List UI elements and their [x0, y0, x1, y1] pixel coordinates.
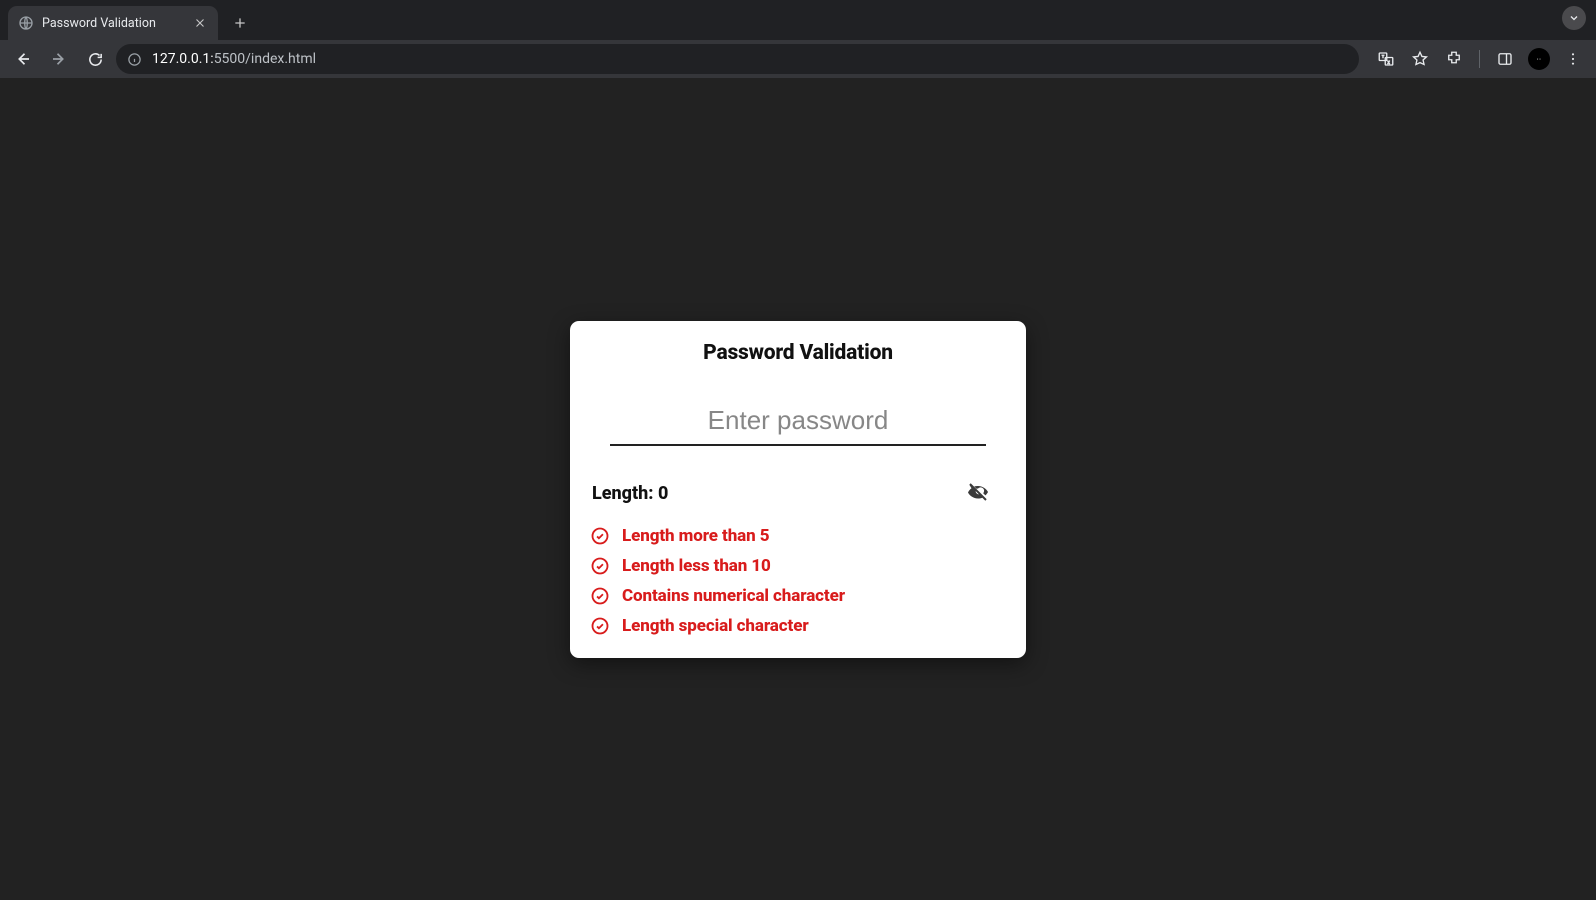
sidepanel-icon[interactable]	[1490, 44, 1520, 74]
close-icon[interactable]	[192, 15, 208, 31]
new-tab-button[interactable]	[226, 9, 254, 37]
url-text: 127.0.0.1:5500/index.html	[152, 51, 316, 67]
tab-title: Password Validation	[42, 16, 184, 31]
reload-button[interactable]	[80, 44, 110, 74]
rule-item: Length special character	[590, 616, 1006, 636]
browser-chrome: Password Validation 127.0.0.1:5500/i	[0, 0, 1596, 78]
page-viewport: Password Validation Length: 0 Length mor…	[0, 78, 1596, 900]
url-path: 5500/index.html	[214, 51, 316, 67]
rule-item: Length less than 10	[590, 556, 1006, 576]
password-input[interactable]	[610, 401, 986, 446]
check-circle-icon	[590, 586, 610, 606]
window-dropdown-button[interactable]	[1562, 6, 1586, 30]
length-label: Length: 0	[592, 483, 668, 504]
back-button[interactable]	[8, 44, 38, 74]
check-circle-icon	[590, 556, 610, 576]
rule-text: Length less than 10	[622, 556, 771, 576]
eye-off-icon	[966, 480, 990, 508]
forward-button[interactable]	[44, 44, 74, 74]
url-host: 127.0.0.1:	[152, 51, 214, 67]
rules-list: Length more than 5 Length less than 10 C…	[590, 526, 1006, 636]
rule-item: Length more than 5	[590, 526, 1006, 546]
avatar-icon: ··	[1528, 48, 1550, 70]
toolbar: 127.0.0.1:5500/index.html ··	[0, 40, 1596, 78]
browser-tab[interactable]: Password Validation	[8, 6, 218, 40]
toolbar-right: ··	[1371, 44, 1588, 74]
kebab-menu-icon[interactable]	[1558, 44, 1588, 74]
card-title: Password Validation	[590, 341, 1006, 365]
rule-item: Contains numerical character	[590, 586, 1006, 606]
tab-strip: Password Validation	[0, 0, 1596, 40]
rule-text: Contains numerical character	[622, 586, 845, 606]
toggle-visibility-button[interactable]	[964, 480, 992, 508]
rule-text: Length more than 5	[622, 526, 769, 546]
check-circle-icon	[590, 616, 610, 636]
password-card: Password Validation Length: 0 Length mor…	[570, 321, 1026, 658]
translate-icon[interactable]	[1371, 44, 1401, 74]
check-circle-icon	[590, 526, 610, 546]
rule-text: Length special character	[622, 616, 809, 636]
profile-avatar[interactable]: ··	[1524, 44, 1554, 74]
star-icon[interactable]	[1405, 44, 1435, 74]
separator	[1479, 50, 1480, 68]
length-prefix: Length:	[592, 483, 658, 504]
extensions-icon[interactable]	[1439, 44, 1469, 74]
globe-icon	[18, 15, 34, 31]
info-icon	[126, 51, 142, 67]
address-bar[interactable]: 127.0.0.1:5500/index.html	[116, 44, 1359, 74]
length-value: 0	[658, 483, 668, 504]
